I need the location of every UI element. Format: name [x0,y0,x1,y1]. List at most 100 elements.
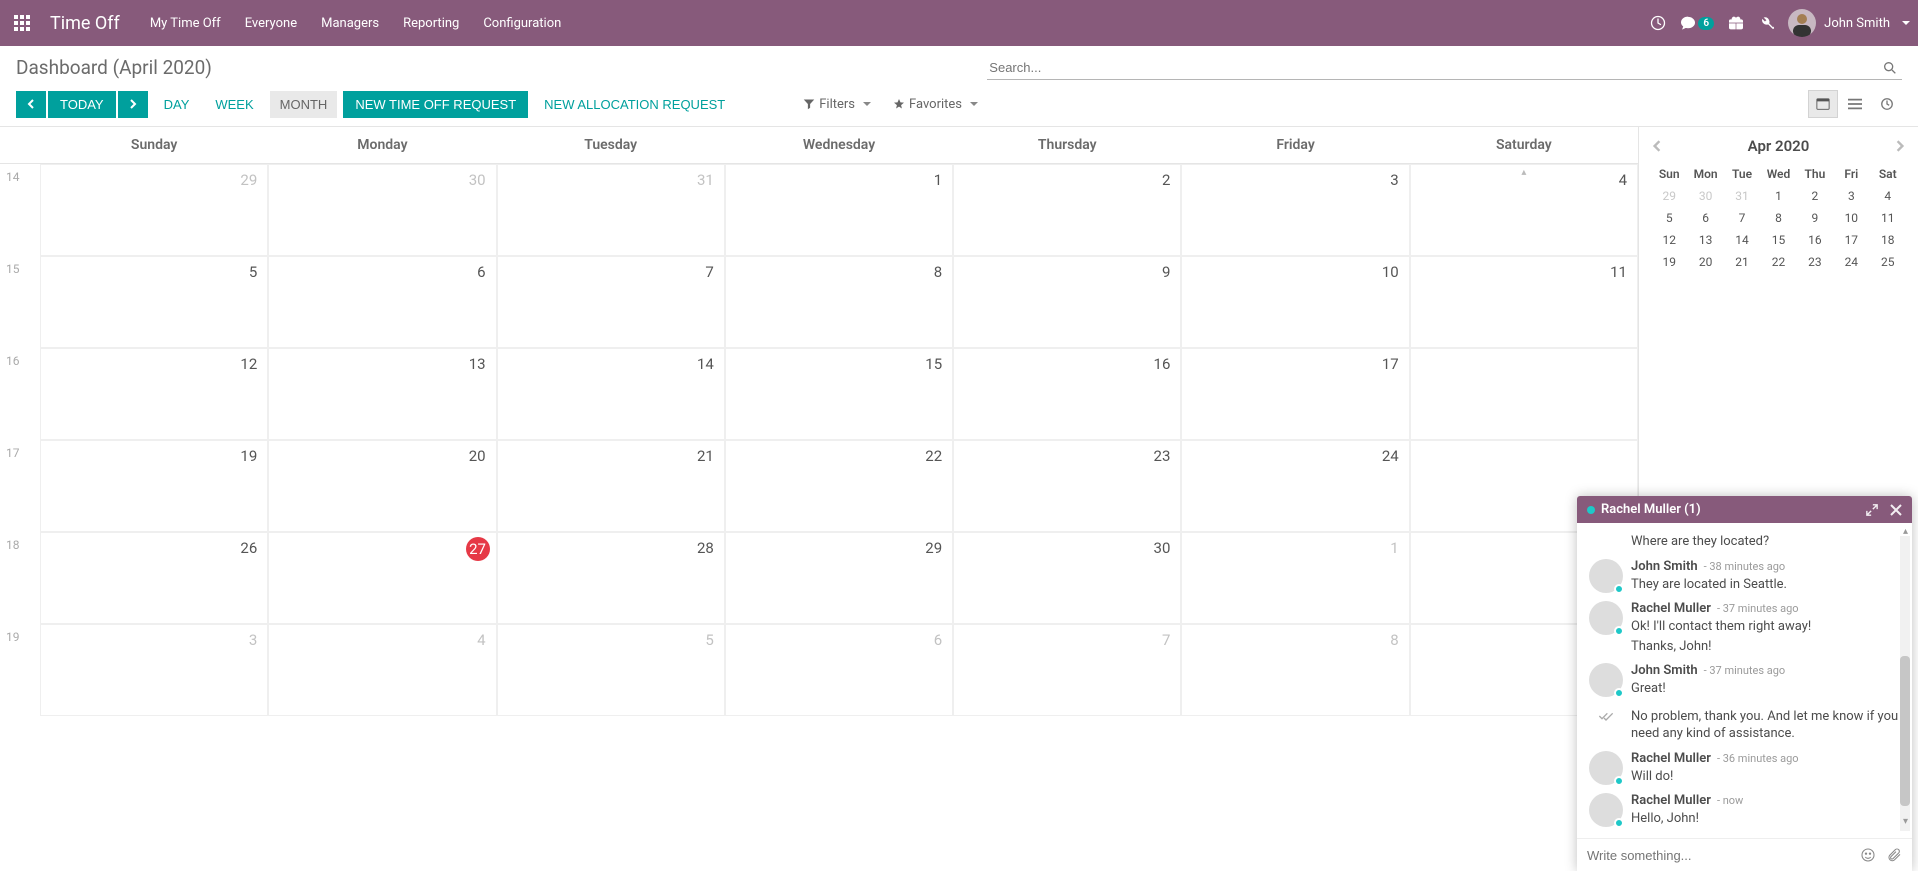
calendar-cell[interactable]: 31 [497,164,725,256]
view-calendar-icon[interactable] [1808,90,1838,118]
calendar-cell[interactable]: 27 [268,532,496,624]
mini-day[interactable]: 31 [1724,185,1760,207]
mini-day[interactable]: 2 [1797,185,1833,207]
new-leave-button[interactable]: NEW TIME OFF REQUEST [343,91,528,118]
calendar-cell[interactable]: 15 [725,348,953,440]
close-icon[interactable] [1890,504,1902,516]
emoji-icon[interactable] [1860,847,1876,863]
calendar-cell[interactable]: ▴4 [1410,164,1638,256]
chat-body[interactable]: Where are they located? John Smith- 38 m… [1577,523,1912,838]
mini-day[interactable]: 17 [1833,229,1869,251]
calendar-cell[interactable]: 30 [953,532,1181,624]
mini-next-icon[interactable] [1894,140,1906,152]
chat-sender[interactable]: John Smith [1631,663,1698,678]
new-alloc-button[interactable]: NEW ALLOCATION REQUEST [534,91,735,118]
calendar-cell[interactable]: 21 [497,440,725,532]
calendar-cell[interactable]: 26 [40,532,268,624]
calendar-cell[interactable]: 6 [268,256,496,348]
app-name[interactable]: Time Off [50,13,120,34]
mini-day[interactable]: 1 [1760,185,1796,207]
mini-prev-icon[interactable] [1651,140,1663,152]
mini-day[interactable]: 12 [1651,229,1687,251]
chat-avatar[interactable] [1589,601,1623,635]
chat-sender[interactable]: Rachel Muller [1631,793,1711,808]
mini-day[interactable]: 24 [1833,251,1869,273]
mini-day[interactable]: 15 [1760,229,1796,251]
mini-day[interactable]: 18 [1870,229,1906,251]
mini-day[interactable]: 8 [1760,207,1796,229]
prev-button[interactable] [16,91,46,118]
messages-icon[interactable]: 6 [1680,15,1714,31]
chat-avatar[interactable] [1589,793,1623,827]
calendar-cell[interactable]: 22 [725,440,953,532]
mini-day[interactable]: 19 [1651,251,1687,273]
calendar-cell[interactable]: 13 [268,348,496,440]
mini-day[interactable]: 30 [1687,185,1723,207]
calendar-cell[interactable]: 29 [725,532,953,624]
nav-managers[interactable]: Managers [311,10,389,37]
calendar-cell[interactable]: 12 [40,348,268,440]
mini-day[interactable]: 6 [1687,207,1723,229]
mini-day[interactable]: 10 [1833,207,1869,229]
mini-day[interactable]: 11 [1870,207,1906,229]
calendar-cell[interactable]: 4 [268,624,496,716]
mini-day[interactable]: 20 [1687,251,1723,273]
mini-day[interactable]: 22 [1760,251,1796,273]
nav-reporting[interactable]: Reporting [393,10,469,37]
calendar-cell[interactable]: 8 [725,256,953,348]
calendar-cell[interactable]: 3 [1181,164,1409,256]
mini-day[interactable]: 23 [1797,251,1833,273]
mini-day[interactable]: 25 [1870,251,1906,273]
calendar-cell[interactable]: 8 [1181,624,1409,716]
chat-avatar[interactable] [1589,663,1623,697]
chat-input[interactable] [1587,848,1850,863]
calendar-cell[interactable]: 11 [1410,256,1638,348]
scroll-down-icon[interactable]: ▾ [1903,816,1908,827]
calendar-cell[interactable]: 7 [953,624,1181,716]
mini-day[interactable]: 4 [1870,185,1906,207]
calendar-cell[interactable]: 29 [40,164,268,256]
scale-week[interactable]: WEEK [205,91,263,118]
today-button[interactable]: TODAY [48,91,116,118]
nav-everyone[interactable]: Everyone [235,10,307,37]
calendar-cell[interactable]: 9 [953,256,1181,348]
calendar-cell[interactable]: 3 [40,624,268,716]
calendar-cell[interactable]: 30 [268,164,496,256]
gift-icon[interactable] [1728,15,1744,31]
nav-my-time-off[interactable]: My Time Off [140,10,231,37]
calendar-cell[interactable]: 5 [497,624,725,716]
view-list-icon[interactable] [1840,90,1870,118]
mini-day[interactable]: 21 [1724,251,1760,273]
search-icon[interactable] [1878,58,1902,78]
calendar-cell[interactable]: 17 [1181,348,1409,440]
chat-header[interactable]: Rachel Muller (1) [1577,496,1912,523]
mini-day[interactable]: 7 [1724,207,1760,229]
user-menu[interactable]: John Smith [1788,9,1910,37]
calendar-cell[interactable]: 1 [725,164,953,256]
calendar-cell[interactable]: 24 [1181,440,1409,532]
scale-day[interactable]: DAY [154,91,200,118]
mini-day[interactable]: 3 [1833,185,1869,207]
favorites-menu[interactable]: Favorites [891,93,980,116]
mini-day[interactable]: 9 [1797,207,1833,229]
calendar-cell[interactable]: 5 [40,256,268,348]
mini-day[interactable]: 16 [1797,229,1833,251]
apps-icon[interactable] [8,15,36,31]
mini-day[interactable]: 5 [1651,207,1687,229]
calendar-cell[interactable] [1410,348,1638,440]
calendar-cell[interactable]: 1 [1181,532,1409,624]
calendar-cell[interactable]: 20 [268,440,496,532]
view-activity-icon[interactable] [1872,90,1902,118]
chat-sender[interactable]: Rachel Muller [1631,751,1711,766]
scroll-up-hint-icon[interactable]: ▴ [1521,167,1526,178]
scale-month[interactable]: MONTH [270,91,338,118]
calendar-cell[interactable]: 14 [497,348,725,440]
tools-icon[interactable] [1758,15,1774,31]
chat-avatar[interactable] [1589,751,1623,785]
next-button[interactable] [118,91,148,118]
calendar-cell[interactable]: 16 [953,348,1181,440]
calendar-cell[interactable]: 28 [497,532,725,624]
filters-menu[interactable]: Filters [801,93,873,116]
search-input[interactable] [987,56,1878,79]
mini-day[interactable]: 29 [1651,185,1687,207]
